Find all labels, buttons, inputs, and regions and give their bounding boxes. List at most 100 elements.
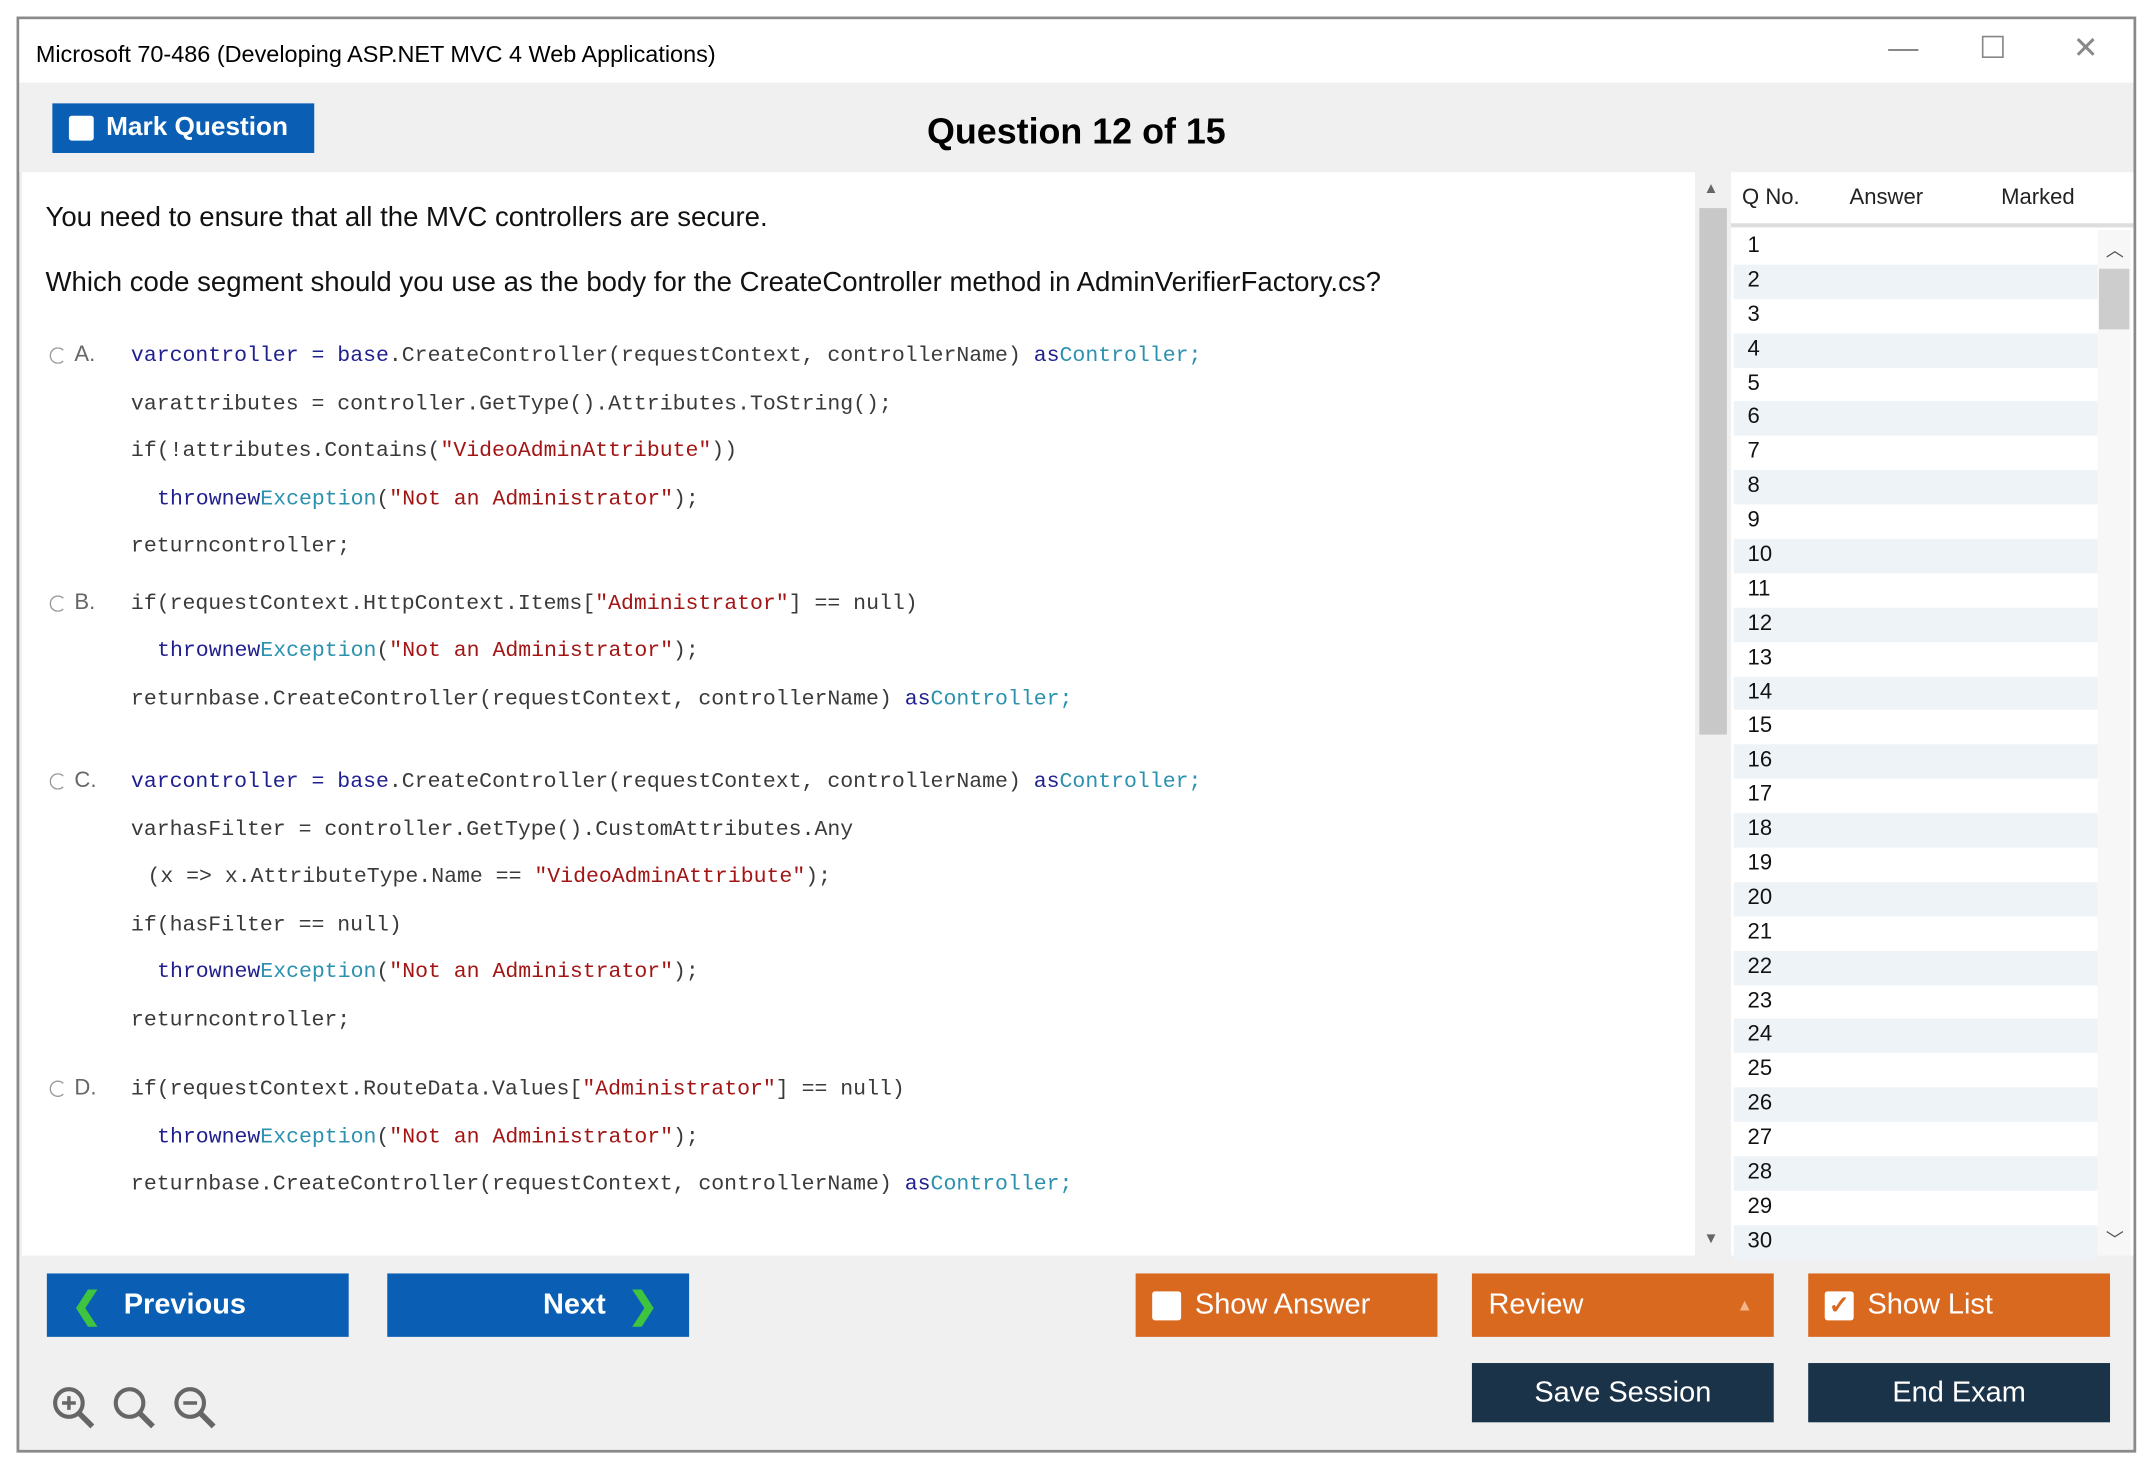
question-list-row[interactable]: 5 <box>1734 367 2098 401</box>
question-list-row[interactable]: 7 <box>1734 436 2098 470</box>
question-list-row[interactable]: 14 <box>1733 676 2098 711</box>
code-token: .CreateController(requestContext, contro… <box>388 343 1034 368</box>
zoom-out-icon[interactable] <box>171 1384 218 1431</box>
previous-button[interactable]: ❮ Previous <box>46 1273 349 1337</box>
code-line: returncontroller; <box>131 996 1676 1044</box>
title-bar: Microsoft 70-486 (Developing ASP.NET MVC… <box>19 19 2134 83</box>
question-list-row[interactable]: 6 <box>1733 401 2098 436</box>
checkbox-icon <box>68 115 94 141</box>
end-exam-button[interactable]: End Exam <box>1808 1363 2111 1423</box>
code-line: thrownewException("Not an Administrator"… <box>131 475 1676 523</box>
zoom-in-icon[interactable] <box>50 1384 97 1431</box>
code-line: thrownewException("Not an Administrator"… <box>131 1113 1676 1161</box>
review-dropdown[interactable]: Review ▲ <box>1471 1273 1774 1337</box>
option-letter: B. <box>74 590 96 614</box>
option-radio[interactable]: D. <box>49 1065 96 1112</box>
code-token: ] == null) <box>775 1076 905 1102</box>
question-list-row[interactable]: 29 <box>1734 1191 2098 1225</box>
scroll-thumb[interactable] <box>1699 208 1727 735</box>
maximize-button[interactable]: ☐ <box>1979 30 2006 66</box>
radio-icon[interactable] <box>49 1080 67 1098</box>
question-list-row[interactable]: 12 <box>1733 607 2098 642</box>
code-token: ( <box>376 959 390 985</box>
col-answer: Answer <box>1849 186 1924 210</box>
code-line: (x => x.AttributeType.Name == "VideoAdmi… <box>131 853 1676 901</box>
question-list-row[interactable]: 11 <box>1734 573 2098 607</box>
code-line: if(requestContext.HttpContext.Items["Adm… <box>131 580 1676 628</box>
code-token: )) <box>711 438 738 464</box>
code-token: "Not an Administrator" <box>389 1123 674 1149</box>
question-list-row[interactable]: 30 <box>1733 1224 2098 1260</box>
question-list-row[interactable]: 4 <box>1733 333 2098 368</box>
question-list-row[interactable]: 3 <box>1734 299 2098 333</box>
code-token: as <box>904 685 931 711</box>
content-scrollbar[interactable]: ▲ ▼ <box>1695 172 1732 1256</box>
question-list-row[interactable]: 27 <box>1734 1122 2098 1156</box>
save-session-button[interactable]: Save Session <box>1471 1363 1774 1423</box>
code-line: returncontroller; <box>131 522 1676 570</box>
option-d[interactable]: D. if(requestContext.RouteData.Values["Ad… <box>49 1065 1676 1208</box>
option-c[interactable]: C. varcontroller = base.CreateController(… <box>49 758 1676 1044</box>
code-token: ); <box>805 864 832 889</box>
question-list-row[interactable]: 26 <box>1733 1087 2098 1123</box>
code-line: varcontroller = base.CreateController(re… <box>131 758 1676 806</box>
minimize-button[interactable]: — <box>1888 30 1918 66</box>
code-token: Controller; <box>930 685 1073 711</box>
question-list-row[interactable]: 24 <box>1733 1019 2098 1054</box>
list-scrollbar[interactable]: ︿ ﹀ <box>2097 230 2131 1256</box>
scroll-up-icon[interactable]: ▲ <box>1703 181 1718 198</box>
code-token: thrownew <box>157 638 261 663</box>
radio-icon[interactable] <box>49 773 67 790</box>
show-list-button[interactable]: ✓ Show List <box>1808 1273 2111 1337</box>
code-token: varattributes = controller.GetType().Att… <box>130 390 892 416</box>
question-list-row[interactable]: 13 <box>1734 642 2098 676</box>
question-list-row[interactable]: 25 <box>1734 1053 2098 1087</box>
option-b[interactable]: B. if(requestContext.HttpContext.Items["A… <box>49 580 1676 723</box>
code-token: varcontroller = <box>130 343 338 368</box>
code-token: as <box>1033 343 1060 368</box>
next-button[interactable]: Next ❯ <box>387 1273 690 1337</box>
question-list-row[interactable]: 1 <box>1734 230 2098 264</box>
question-list-row[interactable]: 23 <box>1734 985 2098 1019</box>
show-answer-label: Show Answer <box>1194 1288 1371 1321</box>
code-token: ( <box>376 1123 390 1149</box>
question-list-row[interactable]: 10 <box>1733 538 2098 574</box>
code-token: ); <box>673 638 699 663</box>
question-list-row[interactable]: 9 <box>1734 505 2098 539</box>
code-token: if(requestContext.RouteData.Values[ <box>130 1076 583 1102</box>
code-token: "VideoAdminAttribute" <box>534 864 806 889</box>
chevron-up-icon[interactable]: ︿ <box>2106 236 2124 262</box>
option-radio[interactable]: B. <box>49 580 96 627</box>
question-list-row[interactable]: 18 <box>1733 813 2098 848</box>
option-radio[interactable]: C. <box>49 758 96 805</box>
scroll-down-icon[interactable]: ▼ <box>1703 1231 1718 1248</box>
option-radio[interactable]: A. <box>49 332 95 379</box>
question-list-row[interactable]: 16 <box>1733 744 2098 780</box>
list-scroll-thumb[interactable] <box>2098 268 2130 330</box>
question-list-row[interactable]: 19 <box>1734 848 2098 882</box>
close-button[interactable]: ✕ <box>2073 30 2098 66</box>
code-token: ); <box>673 485 699 511</box>
question-list-row[interactable]: 22 <box>1733 950 2098 985</box>
code-token: ( <box>376 485 390 511</box>
question-list-row[interactable]: 28 <box>1733 1156 2098 1191</box>
radio-icon[interactable] <box>49 594 67 612</box>
header-bar: Question 12 of 15 Mark Question <box>19 82 2134 173</box>
show-answer-button[interactable]: Show Answer <box>1135 1273 1438 1337</box>
checkbox-checked-icon: ✓ <box>1824 1290 1854 1320</box>
question-list-row[interactable]: 15 <box>1734 710 2098 744</box>
question-list-row[interactable]: 20 <box>1733 881 2098 917</box>
question-list-row[interactable]: 17 <box>1734 779 2098 813</box>
question-list-row[interactable]: 8 <box>1733 470 2098 505</box>
code-token: thrownew <box>157 485 261 511</box>
zoom-reset-icon[interactable] <box>110 1384 157 1431</box>
question-list-row[interactable]: 21 <box>1734 916 2098 950</box>
mark-question-button[interactable]: Mark Question <box>52 103 315 153</box>
question-list-row[interactable]: 2 <box>1733 264 2098 299</box>
option-a[interactable]: A. varcontroller = base.CreateController(… <box>49 332 1676 570</box>
code-token: thrownew <box>157 1123 261 1149</box>
chevron-down-icon[interactable]: ﹀ <box>2106 1225 2124 1251</box>
code-token: if(!attributes.Contains( <box>130 438 441 464</box>
radio-icon[interactable] <box>49 347 67 364</box>
code-token: Exception <box>260 959 377 985</box>
